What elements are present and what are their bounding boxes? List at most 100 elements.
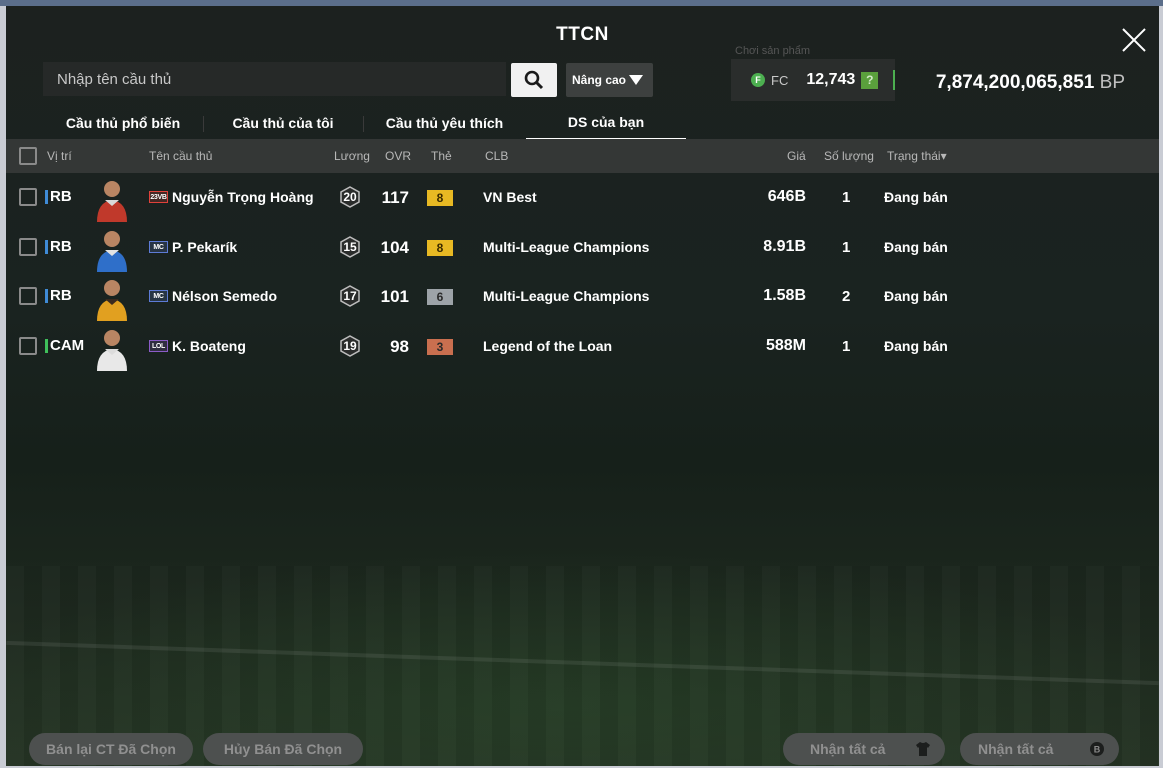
ovr-value: 101 bbox=[380, 287, 409, 306]
header-position: Vị trí bbox=[47, 149, 72, 163]
header-salary: Lương bbox=[334, 149, 370, 163]
position-color-bar bbox=[45, 240, 48, 254]
row-checkbox[interactable] bbox=[19, 238, 37, 256]
shirt-icon bbox=[916, 742, 930, 756]
header-grade: Thẻ bbox=[431, 149, 452, 163]
player-avatar bbox=[91, 325, 133, 371]
club-name: Legend of the Loan bbox=[483, 338, 613, 354]
listing-status: Đang bán bbox=[884, 239, 948, 255]
quantity-value: 1 bbox=[842, 189, 851, 206]
header-ovr: OVR bbox=[385, 149, 412, 163]
close-button[interactable] bbox=[1120, 26, 1148, 54]
resell-selected-button[interactable]: Bán lại CT Đã Chọn bbox=[29, 733, 193, 765]
claim-all-coins-label: Nhận tất cả bbox=[978, 741, 1054, 757]
ovr-value: 104 bbox=[380, 238, 409, 257]
ovr-value: 98 bbox=[390, 337, 409, 356]
position-color-bar bbox=[45, 289, 48, 303]
fc-amount: 12,743 bbox=[806, 71, 856, 88]
season-badge: MC bbox=[149, 290, 168, 302]
sale-price: 588M bbox=[765, 337, 806, 354]
balance-divider bbox=[893, 70, 895, 90]
tab-your-listings[interactable]: DS của bạn bbox=[526, 106, 686, 140]
position-color-bar bbox=[45, 339, 48, 353]
listing-status: Đang bán bbox=[884, 189, 948, 205]
ovr-value: 117 bbox=[381, 188, 409, 207]
ghost-label: Chơi sản phẩm bbox=[735, 45, 811, 57]
player-position: RB bbox=[50, 238, 72, 255]
claim-all-players-label: Nhận tất cả bbox=[810, 741, 886, 757]
salary-value: 17 bbox=[343, 289, 357, 303]
salary-hexagon: 19 bbox=[339, 335, 361, 357]
fc-help-button[interactable]: ? bbox=[861, 71, 879, 89]
player-avatar bbox=[91, 226, 133, 272]
claim-all-players-button[interactable]: Nhận tất cả bbox=[783, 733, 945, 765]
cancel-sale-selected-button[interactable]: Hủy Bán Đã Chọn bbox=[203, 733, 363, 765]
grade-badge: 8 bbox=[427, 190, 453, 206]
select-all-checkbox[interactable] bbox=[19, 147, 37, 165]
club-name: Multi-League Champions bbox=[483, 239, 650, 255]
player-avatar bbox=[91, 176, 133, 222]
listing-status: Đang bán bbox=[884, 338, 948, 354]
club-name: VN Best bbox=[483, 189, 537, 205]
sale-price: 8.91B bbox=[763, 238, 806, 255]
fc-balance: Chơi sản phẩm F FC 12,743 ? bbox=[731, 45, 895, 101]
window-title: TTCN bbox=[556, 24, 609, 45]
grade-badge: 6 bbox=[427, 289, 453, 305]
row-checkbox[interactable] bbox=[19, 188, 37, 206]
claim-all-coins-button[interactable]: Nhận tất cả B bbox=[960, 733, 1119, 765]
resell-selected-label: Bán lại CT Đã Chọn bbox=[46, 741, 176, 757]
search-input[interactable] bbox=[43, 62, 506, 96]
table-row[interactable]: RB MC Nélson Semedo 17 101 6 Multi-League Cham… bbox=[6, 272, 1159, 321]
header-club: CLB bbox=[485, 149, 509, 163]
player-name: P. Pekarík bbox=[172, 239, 238, 255]
table-row[interactable]: RB 23VB Nguyễn Trọng Hoàng 20 117 8 VN Best 646… bbox=[6, 173, 1159, 222]
quantity-value: 1 bbox=[842, 239, 851, 256]
season-badge: MC bbox=[149, 241, 168, 253]
svg-text:B: B bbox=[1094, 745, 1101, 755]
player-position: RB bbox=[50, 287, 72, 304]
sale-price: 646B bbox=[767, 188, 806, 205]
fc-coin-icon: F bbox=[751, 73, 765, 87]
fc-label: FC bbox=[771, 72, 789, 88]
close-icon bbox=[1122, 28, 1146, 52]
salary-value: 15 bbox=[343, 240, 357, 254]
advanced-filter-button[interactable]: Nâng cao bbox=[566, 63, 653, 97]
sale-price: 1.58B bbox=[763, 287, 806, 304]
tab-popular-players[interactable]: Cầu thủ phổ biến bbox=[43, 106, 203, 140]
season-badge: LOL bbox=[149, 340, 168, 352]
salary-value: 20 bbox=[343, 190, 357, 204]
header-price: Giá bbox=[787, 149, 806, 163]
player-position: CAM bbox=[50, 337, 85, 354]
coin-icon: B bbox=[1090, 742, 1104, 756]
advanced-filter-label: Nâng cao bbox=[572, 73, 627, 87]
player-name: Nguyễn Trọng Hoàng bbox=[172, 189, 314, 205]
player-position: RB bbox=[50, 188, 72, 205]
salary-hexagon: 15 bbox=[339, 236, 361, 258]
search-icon bbox=[524, 70, 544, 90]
quantity-value: 1 bbox=[842, 338, 851, 355]
player-avatar bbox=[91, 275, 133, 321]
bp-unit: BP bbox=[1099, 72, 1125, 93]
table-row[interactable]: RB MC P. Pekarík 15 104 8 Multi-League Champio… bbox=[6, 223, 1159, 272]
row-checkbox[interactable] bbox=[19, 287, 37, 305]
listing-status: Đang bán bbox=[884, 288, 948, 304]
tab-my-players[interactable]: Cầu thủ của tôi bbox=[203, 106, 363, 140]
season-badge: 23VB bbox=[149, 191, 168, 203]
cancel-sale-selected-label: Hủy Bán Đã Chọn bbox=[223, 741, 343, 757]
header-status-sort[interactable]: Trạng thái▾ bbox=[887, 149, 947, 163]
table-row[interactable]: CAM LOL K. Boateng 19 98 3 Legend of the Loan 5… bbox=[6, 322, 1159, 371]
triangle-down-icon bbox=[629, 75, 643, 85]
salary-hexagon: 17 bbox=[339, 285, 361, 307]
tab-favorite-players[interactable]: Cầu thủ yêu thích bbox=[363, 106, 526, 140]
grade-badge: 8 bbox=[427, 240, 453, 256]
table-header: Vị trí Tên cầu thủ Lương OVR Thẻ CLB Giá… bbox=[6, 139, 1159, 173]
player-name: K. Boateng bbox=[172, 338, 246, 354]
ttcn-window: TTCN Nâng cao Chơi sản phẩm F FC 12,743 … bbox=[6, 6, 1159, 766]
bp-balance: 7,874,200,065,851 BP bbox=[910, 72, 1125, 94]
salary-value: 19 bbox=[343, 339, 357, 353]
row-checkbox[interactable] bbox=[19, 337, 37, 355]
salary-hexagon: 20 bbox=[339, 186, 361, 208]
header-player-name: Tên cầu thủ bbox=[149, 149, 213, 163]
search-button[interactable] bbox=[511, 63, 557, 97]
grade-badge: 3 bbox=[427, 339, 453, 355]
